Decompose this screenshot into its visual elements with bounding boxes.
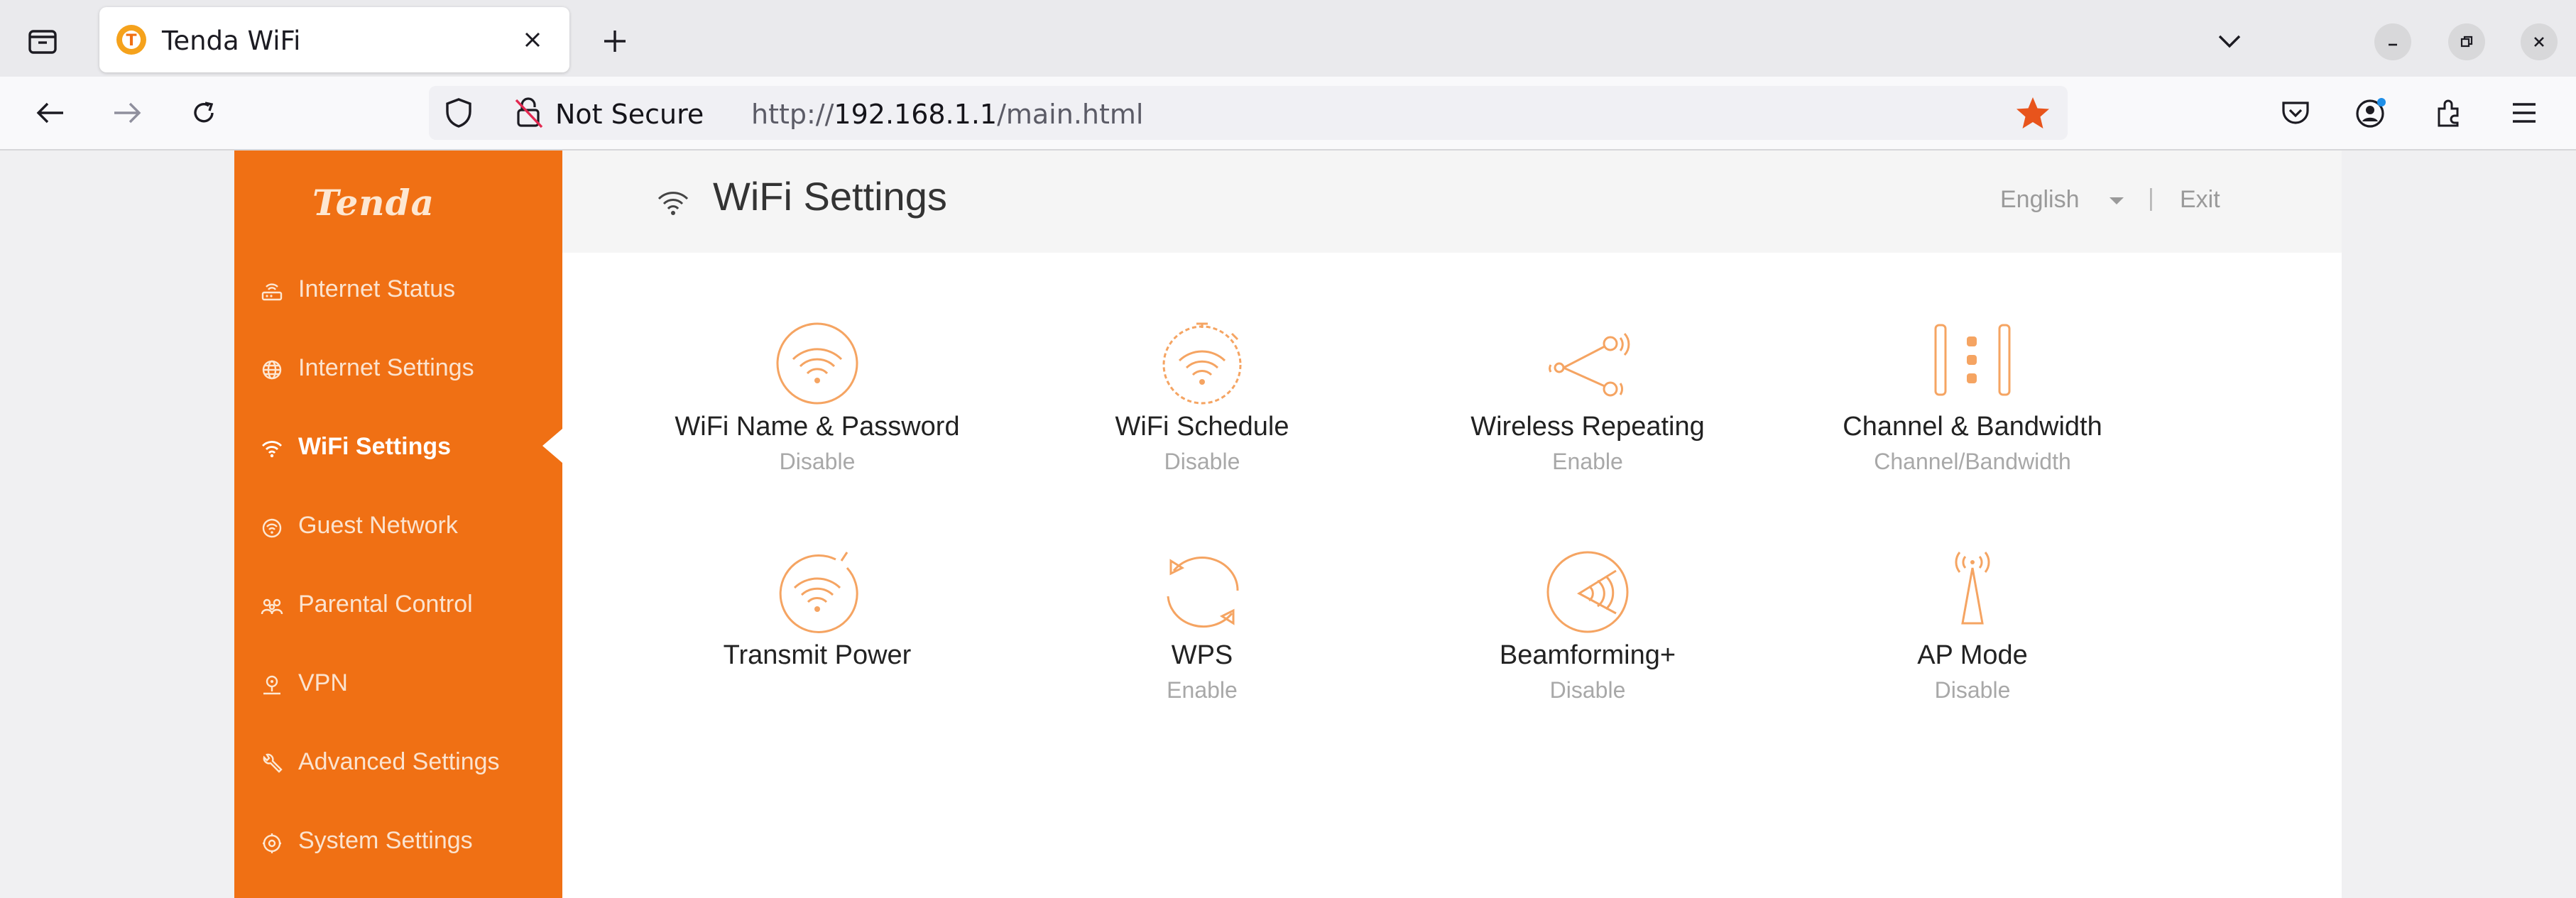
sidebar-item-label: WiFi Settings <box>298 433 452 460</box>
minimize-window-icon[interactable] <box>2374 23 2411 60</box>
page-header: WiFi Settings English | Exit <box>562 150 2342 253</box>
forward-arrow-icon[interactable] <box>104 89 151 136</box>
family-icon <box>261 598 283 615</box>
sidebar: Tenda Internet Status Internet Settings … <box>234 150 562 898</box>
language-select[interactable]: English <box>2000 186 2135 219</box>
tab-title: Tenda WiFi <box>162 26 301 56</box>
sidebar-item-label: Guest Network <box>298 512 458 539</box>
list-all-tabs-icon[interactable] <box>2207 21 2252 61</box>
tile-name: WiFi Name & Password <box>675 412 960 442</box>
wps-sync-icon <box>1167 557 1239 628</box>
tracking-protection-shield-icon[interactable] <box>442 96 476 130</box>
close-window-icon[interactable] <box>2521 23 2558 60</box>
active-indicator <box>542 429 562 463</box>
guest-wifi-icon <box>262 518 282 538</box>
tile-status: Disable <box>1934 677 2011 703</box>
tile-wifi-name-password[interactable]: WiFi Name & Password Disable <box>626 321 1009 520</box>
restore-window-icon[interactable] <box>2448 23 2485 60</box>
sidebar-item-label: VPN <box>298 669 348 696</box>
sidebar-item-advanced-settings[interactable]: Advanced Settings <box>234 733 562 789</box>
sidebar-item-label: Internet Status <box>298 275 456 302</box>
svg-text:T: T <box>126 32 136 50</box>
vpn-icon <box>263 675 280 695</box>
wifi-timer-icon <box>1162 322 1242 405</box>
close-tab-icon[interactable] <box>513 20 552 60</box>
beamforming-icon <box>1546 551 1629 633</box>
language-label: English <box>2000 186 2080 213</box>
tile-status: Enable <box>1167 677 1238 703</box>
new-tab-icon[interactable] <box>592 18 638 64</box>
bookmark-star-icon[interactable] <box>2014 94 2052 133</box>
sidebar-item-parental-control[interactable]: Parental Control <box>234 575 562 632</box>
tile-status: Enable <box>1552 449 1623 474</box>
globe-icon <box>262 360 282 380</box>
insecure-lock-icon[interactable] <box>513 96 545 130</box>
tile-channel-bandwidth[interactable]: Channel & Bandwidth Channel/Bandwidth <box>1781 321 2164 520</box>
tile-status: Channel/Bandwidth <box>1874 449 2071 474</box>
account-icon[interactable] <box>2347 89 2394 136</box>
browser-tab[interactable]: T Tenda WiFi <box>99 7 569 72</box>
sidebar-item-label: System Settings <box>298 827 473 854</box>
sidebar-item-label: Parental Control <box>298 591 473 618</box>
antenna-icon <box>1955 552 1990 625</box>
address-bar[interactable]: Not Secure http://192.168.1.1/main.html <box>429 86 2068 140</box>
header-separator: | <box>2148 185 2154 212</box>
sidebar-item-label: Internet Settings <box>298 354 474 381</box>
channel-icon <box>1934 324 2011 396</box>
reload-icon[interactable] <box>180 89 227 136</box>
extensions-icon[interactable] <box>2425 89 2472 136</box>
sidebar-item-internet-status[interactable]: Internet Status <box>234 260 562 317</box>
gear-icon <box>263 833 281 853</box>
exit-link[interactable]: Exit <box>2180 186 2220 214</box>
sidebar-item-wifi-settings[interactable]: WiFi Settings <box>234 417 562 474</box>
wrench-icon <box>263 753 283 773</box>
url-text[interactable]: http://192.168.1.1/main.html <box>751 99 1143 130</box>
tile-wifi-schedule[interactable]: WiFi Schedule Disable <box>1010 321 1394 520</box>
menu-hamburger-icon[interactable] <box>2501 89 2548 136</box>
tile-name: Beamforming+ <box>1499 640 1676 670</box>
tile-beamforming[interactable]: Beamforming+ Disable <box>1396 549 1779 748</box>
tile-status: Disable <box>1549 677 1626 703</box>
sidebar-item-guest-network[interactable]: Guest Network <box>234 496 562 553</box>
navigation-toolbar: Not Secure http://192.168.1.1/main.html <box>0 77 2576 150</box>
tile-name: Channel & Bandwidth <box>1843 412 2102 442</box>
tile-wireless-repeating[interactable]: Wireless Repeating Enable <box>1396 321 1779 520</box>
wifi-icon <box>657 192 689 215</box>
router-icon <box>261 283 283 301</box>
tab-bar: T Tenda WiFi <box>0 0 2576 77</box>
tile-transmit-power[interactable]: Transmit Power <box>626 549 1009 748</box>
tile-wps[interactable]: WPS Enable <box>1010 549 1394 748</box>
pocket-icon[interactable] <box>2272 89 2319 136</box>
repeater-icon <box>1549 332 1630 397</box>
tile-status: Disable <box>1164 449 1240 474</box>
tile-ap-mode[interactable]: AP Mode Disable <box>1781 549 2164 748</box>
wifi-icon <box>261 441 283 458</box>
web-page: Tenda Internet Status Internet Settings … <box>0 150 2576 898</box>
sidebar-item-label: Advanced Settings <box>298 748 500 775</box>
sidebar-item-system-settings[interactable]: System Settings <box>234 811 562 868</box>
chevron-down-icon <box>2110 197 2124 204</box>
wifi-circle-icon <box>776 322 858 405</box>
tile-name: Transmit Power <box>723 640 912 670</box>
not-secure-label[interactable]: Not Secure <box>555 99 704 130</box>
page-title: WiFi Settings <box>713 174 947 219</box>
tile-name: AP Mode <box>1917 640 2028 670</box>
tile-name: WPS <box>1171 640 1233 670</box>
tile-name: WiFi Schedule <box>1115 412 1289 442</box>
tile-status: Disable <box>779 449 856 474</box>
tenda-favicon-icon: T <box>116 25 146 55</box>
wifi-power-icon <box>779 552 858 633</box>
main-content: WiFi Settings English | Exit WiFi Name &… <box>562 150 2342 898</box>
sidebar-item-vpn[interactable]: VPN <box>234 654 562 711</box>
tile-name: Wireless Repeating <box>1470 412 1705 442</box>
tab-overview-icon[interactable] <box>13 18 72 64</box>
sidebar-item-internet-settings[interactable]: Internet Settings <box>234 339 562 395</box>
tenda-logo[interactable]: Tenda <box>312 182 435 224</box>
back-arrow-icon[interactable] <box>27 89 74 136</box>
